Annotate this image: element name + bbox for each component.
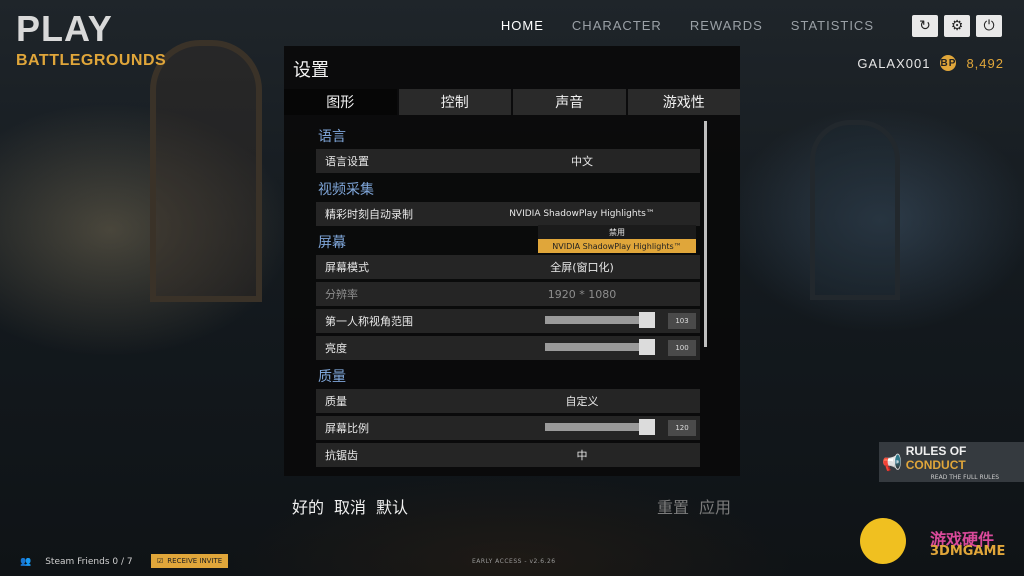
row-value: 中 xyxy=(576,449,588,462)
page-title: 设置 xyxy=(293,60,329,81)
row-value: 全屏(窗口化) xyxy=(550,261,614,274)
conduct-text: CONDUCT xyxy=(905,457,966,472)
row-value: 1920 * 1080 xyxy=(547,287,617,301)
settings-content: 语言 语言设置 中文 视频采集 精彩时刻自动录制 NVIDIA ShadowPl… xyxy=(284,119,740,472)
tab-controls[interactable]: 控制 xyxy=(398,89,511,115)
rules-of-text: RULES OF xyxy=(905,443,967,458)
steam-friends[interactable]: 👥 Steam Friends 0 / 7 xyxy=(20,557,133,567)
background-arch-window-right xyxy=(810,120,900,300)
top-nav: HOME CHARACTER REWARDS STATISTICS xyxy=(501,18,874,33)
row-quality[interactable]: 质量 自定义 xyxy=(316,389,700,413)
screen-scale-slider[interactable] xyxy=(545,419,656,435)
rules-of-conduct-banner[interactable]: 📢 RULES OF CONDUCT READ THE FULL RULES xyxy=(879,442,1024,482)
slider-thumb[interactable] xyxy=(639,312,656,328)
brightness-value-box[interactable]: 100 xyxy=(668,340,696,356)
brightness-slider[interactable] xyxy=(545,339,656,355)
cancel-button[interactable]: 取消 xyxy=(334,494,366,518)
row-fov: 第一人称视角范围 103 xyxy=(316,309,700,333)
watermark-line2: 3DMGAME xyxy=(930,544,1006,559)
slider-thumb[interactable] xyxy=(639,339,656,355)
ok-button[interactable]: 好的 xyxy=(292,494,324,518)
refresh-icon[interactable]: ↻ xyxy=(912,15,938,37)
fov-value-box[interactable]: 103 xyxy=(668,313,696,329)
receive-invite-label: RECEIVE INVITE xyxy=(167,557,223,565)
gear-icon[interactable]: ⚙ xyxy=(944,15,970,37)
section-video-capture: 视频采集 xyxy=(318,182,374,198)
dropdown-option-disabled[interactable]: 禁用 xyxy=(538,225,696,239)
friends-icon: 👥 xyxy=(20,557,32,567)
nav-character[interactable]: CHARACTER xyxy=(572,18,662,33)
watermark: 游戏硬件 3DMGAME xyxy=(860,518,1010,568)
footer-right-actions: 重置 应用 xyxy=(657,494,731,518)
section-language: 语言 xyxy=(318,129,346,145)
background-arch-window xyxy=(150,40,262,302)
receive-invite-toggle[interactable]: ☑ RECEIVE INVITE xyxy=(151,554,229,568)
default-button[interactable]: 默认 xyxy=(376,494,408,518)
friends-count: Steam Friends 0 / 7 xyxy=(45,557,133,567)
scrollbar[interactable] xyxy=(704,121,707,347)
row-label: 第一人称视角范围 xyxy=(325,315,413,328)
settings-tabs: 图形 控制 声音 游戏性 xyxy=(284,89,740,115)
tab-gameplay[interactable]: 游戏性 xyxy=(627,89,740,115)
user-info: GALAX001 BP 8,492 xyxy=(857,55,1004,71)
slider-fill xyxy=(545,316,648,324)
bp-amount: 8,492 xyxy=(966,55,1004,71)
section-quality: 质量 xyxy=(318,369,346,385)
section-screen: 屏幕 xyxy=(318,235,346,251)
fov-slider[interactable] xyxy=(545,312,656,328)
settings-panel: 设置 图形 控制 声音 游戏性 语言 语言设置 中文 视频采集 精彩时刻自动录制… xyxy=(284,46,740,476)
power-icon[interactable]: ⏻ xyxy=(976,15,1002,37)
apply-button[interactable]: 应用 xyxy=(699,494,731,518)
tab-sound[interactable]: 声音 xyxy=(513,89,626,115)
tab-graphics[interactable]: 图形 xyxy=(284,89,397,115)
read-rules-text: READ THE FULL RULES xyxy=(930,473,1000,481)
dropdown-option-shadowplay[interactable]: NVIDIA ShadowPlay Highlights™ xyxy=(538,239,696,253)
logo-battlegrounds: BATTLEGROUNDS xyxy=(16,52,167,69)
screen-scale-value-box[interactable]: 120 xyxy=(668,420,696,436)
row-value: 中文 xyxy=(571,155,593,168)
row-screen-scale: 屏幕比例 120 xyxy=(316,416,700,440)
slider-fill xyxy=(545,343,648,351)
username: GALAX001 xyxy=(857,55,931,71)
row-antialiasing[interactable]: 抗锯齿 中 xyxy=(316,443,700,467)
rules-title: RULES OF CONDUCT xyxy=(906,444,1024,472)
bp-coin-icon: BP xyxy=(940,55,957,71)
slider-fill xyxy=(545,423,648,431)
row-label: 屏幕比例 xyxy=(325,422,369,435)
row-screen-mode[interactable]: 屏幕模式 全屏(窗口化) xyxy=(316,255,700,279)
row-language-setting[interactable]: 语言设置 中文 xyxy=(316,149,700,173)
row-label: 亮度 xyxy=(325,342,347,355)
chick-logo-icon xyxy=(860,518,906,564)
reset-button[interactable]: 重置 xyxy=(657,494,689,518)
row-value: NVIDIA ShadowPlay Highlights™ xyxy=(509,209,655,219)
footer-left-actions: 好的 取消 默认 xyxy=(292,494,408,518)
row-value: 自定义 xyxy=(565,395,599,408)
checkbox-icon: ☑ xyxy=(157,557,164,565)
top-buttons: ↻ ⚙ ⏻ xyxy=(912,15,1002,37)
nav-home[interactable]: HOME xyxy=(501,18,544,33)
nav-rewards[interactable]: REWARDS xyxy=(690,18,763,33)
highlights-dropdown: 禁用 NVIDIA ShadowPlay Highlights™ xyxy=(538,225,696,255)
row-resolution: 分辨率 1920 * 1080 xyxy=(316,282,700,306)
row-highlights[interactable]: 精彩时刻自动录制 NVIDIA ShadowPlay Highlights™ xyxy=(316,202,700,226)
row-brightness: 亮度 100 xyxy=(316,336,700,360)
slider-thumb[interactable] xyxy=(639,419,656,435)
version-text: EARLY ACCESS - v2.6.26 xyxy=(472,558,556,565)
nav-statistics[interactable]: STATISTICS xyxy=(791,18,874,33)
logo-play: PLAY xyxy=(16,8,113,49)
megaphone-icon: 📢 xyxy=(882,452,903,472)
